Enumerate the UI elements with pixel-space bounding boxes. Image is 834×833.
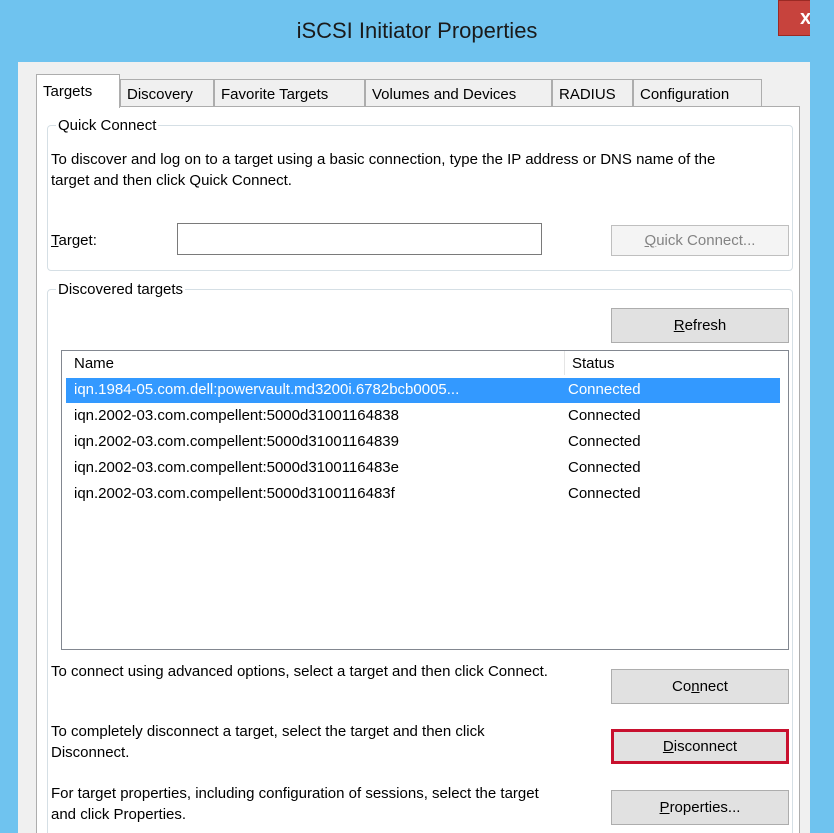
target-name: iqn.2002-03.com.compellent:5000d31001164… (74, 407, 399, 424)
refresh-label: efresh (684, 317, 727, 334)
discovered-targets-legend: Discovered targets (56, 281, 185, 298)
target-name: iqn.1984-05.com.dell:powervault.md3200i.… (74, 381, 460, 398)
tab-configuration[interactable]: Configuration (633, 79, 762, 107)
tab-volumes-and-devices[interactable]: Volumes and Devices (365, 79, 552, 107)
connect-label-post: nect (699, 678, 728, 695)
title-bar[interactable]: iSCSI Initiator Properties (0, 0, 834, 62)
table-row[interactable]: iqn.2002-03.com.compellent:5000d31001164… (66, 430, 780, 455)
target-label-text: arget: (58, 232, 97, 249)
legend-accel: g (154, 281, 164, 298)
target-name: iqn.2002-03.com.compellent:5000d31001164… (74, 433, 399, 450)
table-row[interactable]: iqn.1984-05.com.dell:powervault.md3200i.… (66, 378, 780, 403)
properties-label: roperties... (669, 799, 741, 816)
target-label: Target: (51, 232, 97, 249)
target-status: Connected (568, 407, 641, 424)
target-name: iqn.2002-03.com.compellent:5000d31001164… (74, 459, 399, 476)
connect-button[interactable]: Co n nect (611, 669, 789, 704)
column-header-status[interactable]: Status (564, 351, 784, 375)
target-input[interactable] (177, 223, 542, 255)
dialog-content: Targets Discovery Favorite Targets Volum… (18, 62, 810, 833)
tab-label: Discovery (127, 86, 193, 103)
window-frame-right (810, 0, 834, 833)
tab-radius[interactable]: RADIUS (552, 79, 633, 107)
refresh-button[interactable]: Refresh (611, 308, 789, 343)
iscsi-initiator-window: iSCSI Initiator Properties x Targets Dis… (0, 0, 834, 833)
quick-connect-description: To discover and log on to a target using… (51, 151, 716, 189)
tab-discovery[interactable]: Discovery (120, 79, 214, 107)
quick-connect-legend: Quick Connect (58, 117, 157, 134)
targets-tab-panel: Quick Connect To discover and log on to … (36, 106, 800, 833)
window-title: iSCSI Initiator Properties (296, 18, 538, 43)
tab-label: Volumes and Devices (372, 86, 517, 103)
window-frame-left (0, 0, 18, 833)
properties-accel: P (659, 799, 670, 816)
disconnect-button[interactable]: Disconnect (611, 729, 789, 764)
column-header-name[interactable]: Name (62, 351, 564, 375)
quick-connect-accel: Q (644, 232, 657, 249)
tab-targets[interactable]: Targets (36, 74, 120, 108)
tab-favorite-targets[interactable]: Favorite Targets (214, 79, 365, 107)
refresh-accel: R (673, 317, 685, 334)
target-label-accel: T (51, 232, 59, 249)
properties-description: For target properties, including configu… (51, 785, 539, 823)
disconnect-accel: D (662, 738, 674, 755)
properties-button[interactable]: Properties... (611, 790, 789, 825)
tab-label: RADIUS (559, 86, 616, 103)
quick-connect-label: uick Connect... (656, 232, 756, 249)
legend-text-pre: Discovered tar (58, 281, 155, 298)
discovered-targets-list[interactable]: Name Status iqn.1984-05.com.dell:powerva… (61, 350, 789, 650)
tab-label: Configuration (640, 86, 730, 103)
connect-label-pre: Co (672, 678, 692, 695)
legend-text-post: ets (163, 281, 184, 298)
target-status: Connected (568, 381, 641, 398)
list-header: Name Status (62, 351, 788, 375)
table-row[interactable]: iqn.2002-03.com.compellent:5000d31001164… (66, 456, 780, 481)
quick-connect-button[interactable]: Quick Connect... (611, 225, 789, 256)
table-row[interactable]: iqn.2002-03.com.compellent:5000d31001164… (66, 482, 780, 507)
disconnect-label: isconnect (673, 738, 738, 755)
connect-accel: n (691, 678, 700, 695)
tab-label: Targets (43, 83, 93, 100)
target-name: iqn.2002-03.com.compellent:5000d31001164… (74, 485, 395, 502)
target-status: Connected (568, 459, 641, 476)
target-status: Connected (568, 485, 641, 502)
connect-description: To connect using advanced options, selec… (51, 663, 548, 680)
target-status: Connected (568, 433, 641, 450)
disconnect-description: To completely disconnect a target, selec… (51, 723, 485, 761)
tab-label: Favorite Targets (221, 86, 329, 103)
table-row[interactable]: iqn.2002-03.com.compellent:5000d31001164… (66, 404, 780, 429)
